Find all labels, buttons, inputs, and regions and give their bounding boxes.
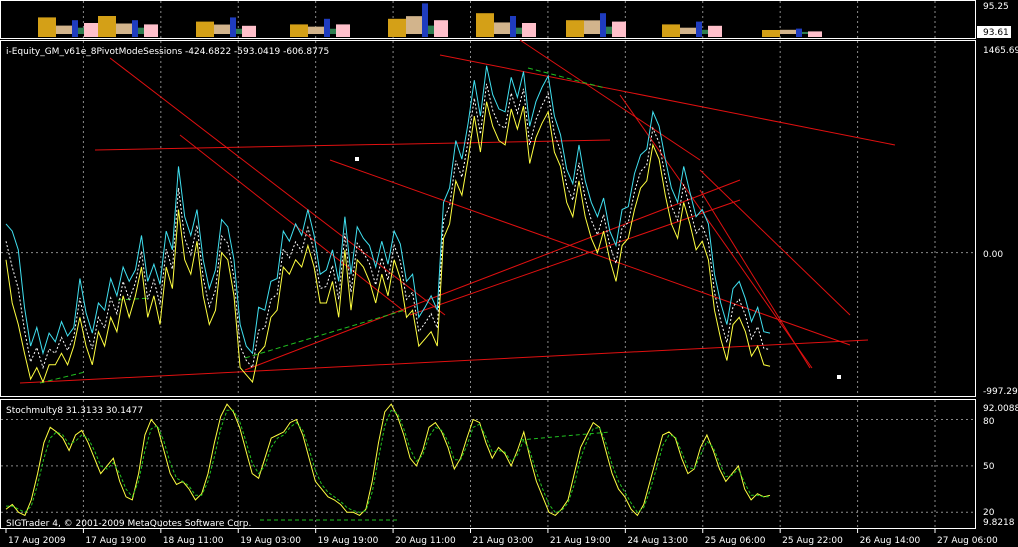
equity-series-line <box>5 101 771 384</box>
x-tick-label: 24 Aug 13:00 <box>627 536 688 546</box>
histogram-bar <box>696 21 702 37</box>
histogram-bar <box>72 20 78 37</box>
trend-line <box>179 134 406 313</box>
histogram-bar <box>406 16 422 34</box>
marker-point <box>355 157 359 161</box>
trend-line <box>244 179 741 371</box>
histogram-bar <box>808 31 822 37</box>
current-price-label: 93.61 <box>983 28 1009 38</box>
x-tick-label: 19 Aug 19:00 <box>318 536 379 546</box>
stoch-axis-80: 80 <box>983 417 995 427</box>
histogram-bar <box>476 13 494 37</box>
histogram-bar <box>38 17 56 37</box>
marker-point <box>837 375 841 379</box>
dashed-trend-line <box>244 309 406 359</box>
histogram-bar <box>494 22 510 34</box>
histogram-bar <box>330 28 336 34</box>
histogram-bar <box>434 20 448 37</box>
histogram-bar <box>516 27 522 34</box>
equity-title: i-Equity_GM_v61e_8PivotModeSessions -424… <box>6 47 329 57</box>
histogram-bar <box>584 20 600 34</box>
histogram-bar <box>138 27 144 34</box>
histogram-bar <box>98 16 116 37</box>
x-tick-label: 27 Aug 06:00 <box>937 536 998 546</box>
equity-panel-frame <box>0 40 976 397</box>
histogram-bar <box>84 23 98 37</box>
stoch-axis-20: 20 <box>983 508 995 518</box>
histogram-bar <box>214 24 230 34</box>
x-tick-label: 25 Aug 22:00 <box>782 536 843 546</box>
equity-axis-top: 1465.69 <box>983 46 1018 56</box>
x-tick-label: 21 Aug 03:00 <box>473 536 534 546</box>
copyright-text: SIGTrader 4, © 2001-2009 MetaQuotes Soft… <box>6 519 251 529</box>
x-tick-label: 26 Aug 14:00 <box>860 536 921 546</box>
histogram-bar <box>662 24 680 37</box>
histogram-bar <box>600 13 606 37</box>
histogram-bar <box>802 31 808 34</box>
x-axis-labels: 17 Aug 2009 17 Aug 19:00 18 Aug 11:00 19 Au… <box>5 528 998 546</box>
vertical-grid <box>82 1 936 528</box>
stoch-series-line <box>5 403 771 517</box>
histogram-bar <box>762 30 780 37</box>
stoch-axis-bottom: 9.8218 <box>983 518 1015 528</box>
stoch-title: Stochmulty8 31.3133 30.1477 <box>6 406 143 416</box>
histogram-bar <box>702 29 708 34</box>
trend-line <box>519 39 701 161</box>
histogram-bar <box>308 26 324 34</box>
histogram-bar <box>606 26 612 34</box>
x-tick-label: 17 Aug 2009 <box>8 536 66 546</box>
histogram-bar <box>56 25 72 34</box>
histogram-bar <box>510 16 516 37</box>
x-tick-label: 20 Aug 11:00 <box>395 536 456 546</box>
trend-line <box>699 189 811 369</box>
histogram-bar <box>78 27 84 34</box>
histogram-bar <box>708 25 722 37</box>
histogram-bar <box>780 29 796 34</box>
histogram-bar <box>324 18 330 37</box>
histogram-bar <box>144 24 158 37</box>
histogram-bar <box>132 20 138 37</box>
histogram-bar <box>388 18 406 37</box>
histogram-bar <box>290 24 308 37</box>
stoch-axis-50: 50 <box>983 462 995 472</box>
trend-line <box>699 169 851 316</box>
x-tick-label: 18 Aug 11:00 <box>163 536 224 546</box>
histogram-bar <box>422 3 428 37</box>
trend-line <box>439 54 896 146</box>
histogram-bar <box>116 23 132 34</box>
stoch-dashed-trend <box>519 431 611 441</box>
stoch-axis-top: 92.0088 <box>983 404 1018 414</box>
histogram-bar <box>522 23 536 37</box>
trend-line <box>94 139 611 151</box>
equity-axis-bottom: -997.297 <box>983 387 1018 397</box>
stoch-series <box>5 403 771 521</box>
chart-canvas: i-Equity_GM_v61e_8PivotModeSessions -424… <box>0 0 1018 546</box>
x-tick-label: 19 Aug 03:00 <box>240 536 301 546</box>
histogram-bar <box>236 28 242 34</box>
equity-series-line <box>5 83 771 370</box>
histogram-bar <box>428 25 434 34</box>
stoch-panel-frame <box>0 399 976 529</box>
histogram-bar <box>336 24 350 37</box>
histogram-bar <box>796 28 802 37</box>
x-tick-label: 21 Aug 19:00 <box>550 536 611 546</box>
histogram-bar <box>566 20 584 37</box>
top-axis-label: 95.25 <box>983 2 1009 12</box>
trend-line <box>409 199 741 316</box>
equity-series <box>5 65 771 384</box>
histogram-bar <box>612 21 626 37</box>
trend-line <box>19 339 869 384</box>
histogram-bar <box>680 27 696 34</box>
histogram-bar <box>242 25 256 37</box>
histogram-bars <box>38 3 822 37</box>
equity-axis-zero: 0.00 <box>983 250 1003 260</box>
x-tick-label: 17 Aug 19:00 <box>85 536 146 546</box>
x-tick-label: 25 Aug 06:00 <box>705 536 766 546</box>
histogram-bar <box>196 21 214 37</box>
histogram-bar <box>230 17 236 37</box>
